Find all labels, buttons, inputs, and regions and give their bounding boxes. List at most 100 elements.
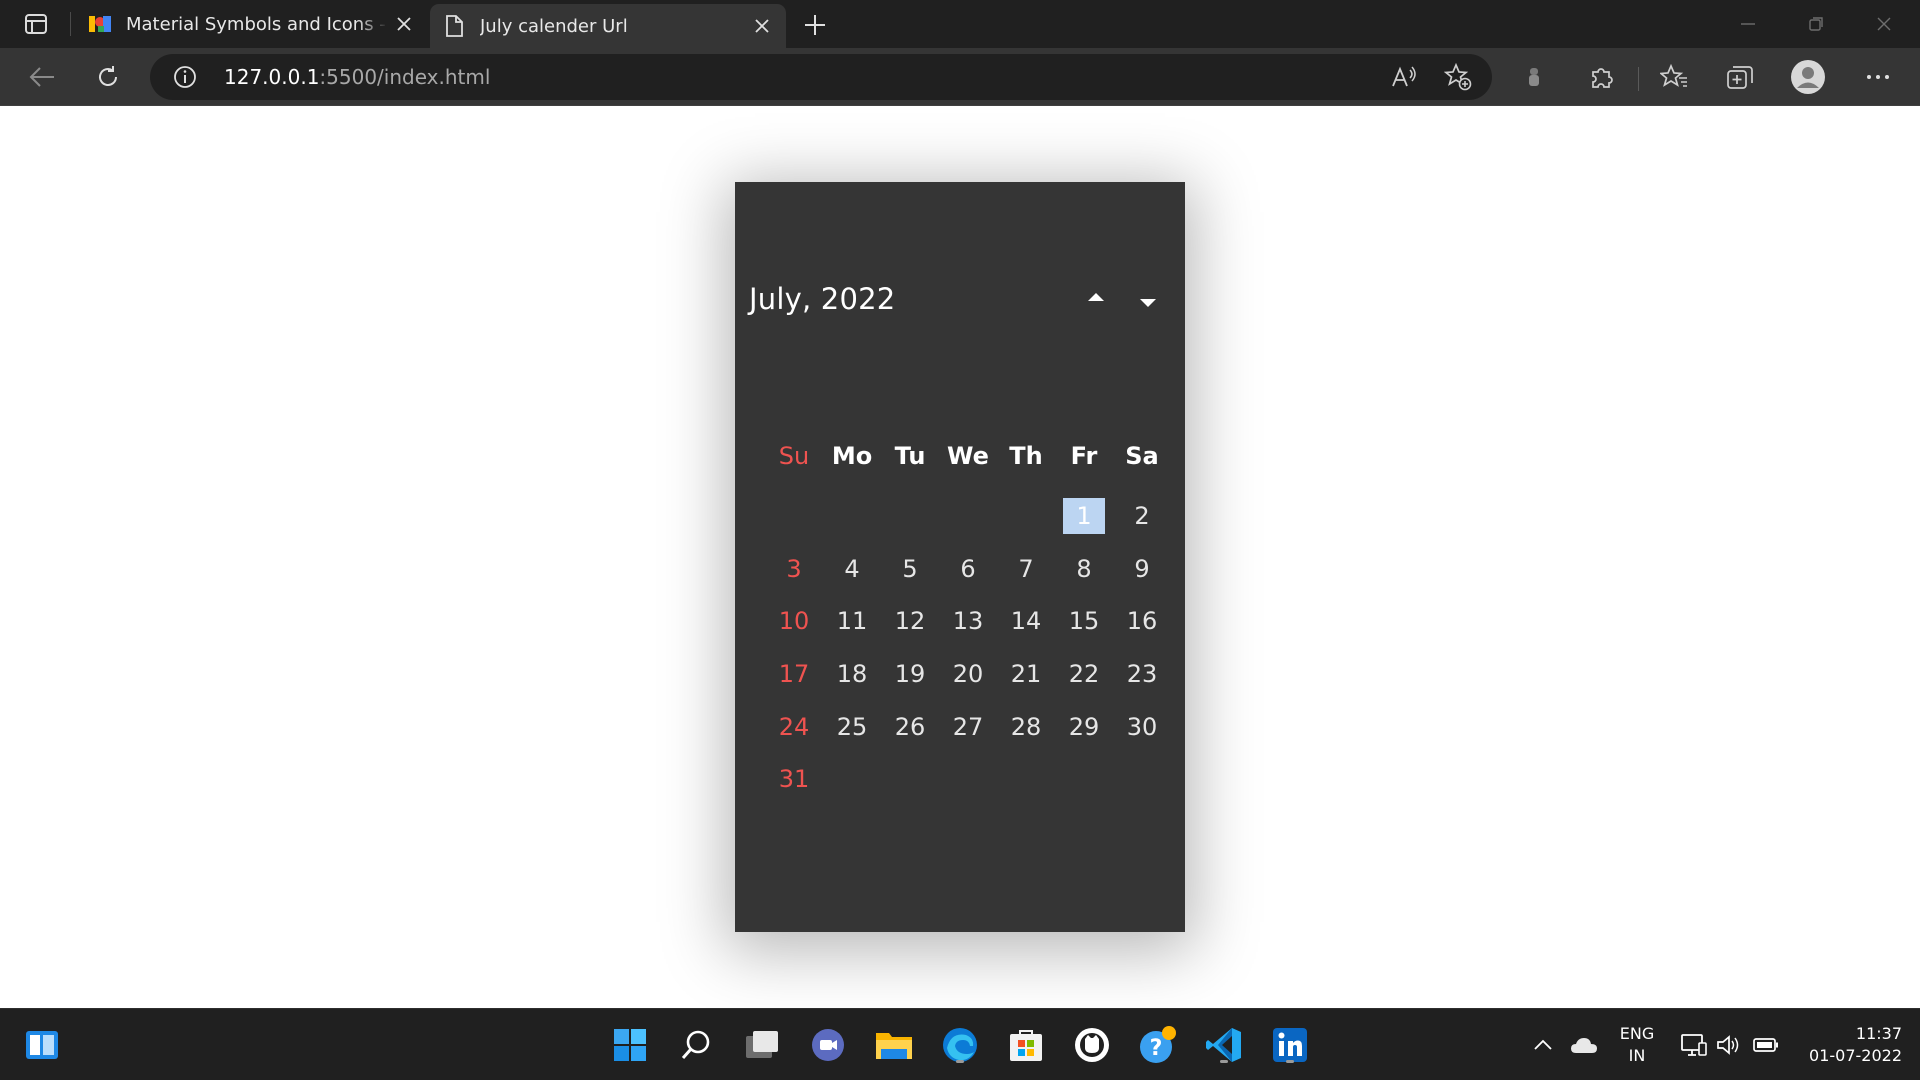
extensions-button[interactable] bbox=[1584, 59, 1620, 95]
calendar-day[interactable]: 17 bbox=[765, 648, 823, 701]
calendar-day[interactable]: 1 bbox=[1055, 490, 1113, 543]
info-icon[interactable] bbox=[172, 64, 198, 90]
back-button[interactable] bbox=[24, 59, 60, 95]
previous-month-button[interactable] bbox=[1081, 282, 1111, 312]
restore-button[interactable] bbox=[1782, 0, 1850, 48]
tab-actions-icon bbox=[25, 14, 47, 34]
widgets-button[interactable] bbox=[20, 1023, 64, 1067]
weekday-label: Sa bbox=[1125, 442, 1159, 470]
close-tab-button[interactable] bbox=[388, 8, 420, 40]
tab-actions-button[interactable] bbox=[14, 10, 58, 38]
windows-taskbar: ? ENG IN 11:37 01-07-2022 bbox=[0, 1008, 1920, 1080]
empty-day-cell bbox=[997, 753, 1055, 806]
battery-button[interactable] bbox=[1746, 1023, 1786, 1067]
empty-day-cell bbox=[881, 490, 939, 543]
task-view-icon bbox=[746, 1031, 778, 1058]
calendar-day[interactable]: 29 bbox=[1055, 700, 1113, 753]
calendar-day[interactable]: 26 bbox=[881, 700, 939, 753]
browser-toolbar: 127.0.0.1:5500/index.html bbox=[0, 48, 1920, 106]
avatar-icon bbox=[1791, 60, 1825, 94]
tab-title: July calender Url bbox=[480, 15, 628, 37]
calendar-day[interactable]: 22 bbox=[1055, 648, 1113, 701]
calendar-day[interactable]: 7 bbox=[997, 543, 1055, 596]
day-number: 28 bbox=[1010, 712, 1042, 741]
store-button[interactable] bbox=[1004, 1023, 1048, 1067]
favorites-button[interactable] bbox=[1656, 59, 1692, 95]
calendar-day[interactable]: 21 bbox=[997, 648, 1055, 701]
close-tab-button[interactable] bbox=[746, 10, 778, 42]
calendar-day[interactable]: 24 bbox=[765, 700, 823, 753]
close-window-button[interactable] bbox=[1850, 0, 1918, 48]
calendar-day[interactable]: 14 bbox=[997, 595, 1055, 648]
search-icon bbox=[681, 1030, 710, 1059]
calendar-day[interactable]: 9 bbox=[1113, 543, 1171, 596]
back-arrow-icon bbox=[29, 67, 54, 87]
show-hidden-icons-button[interactable] bbox=[1528, 1023, 1558, 1067]
chat-button[interactable] bbox=[806, 1023, 850, 1067]
address-url[interactable]: 127.0.0.1:5500/index.html bbox=[224, 54, 490, 100]
calendar-day[interactable]: 4 bbox=[823, 543, 881, 596]
calendar-day[interactable]: 11 bbox=[823, 595, 881, 648]
calendar-day[interactable]: 13 bbox=[939, 595, 997, 648]
day-number: 27 bbox=[952, 712, 984, 741]
calendar-day[interactable]: 20 bbox=[939, 648, 997, 701]
read-aloud-button[interactable] bbox=[1386, 59, 1422, 95]
file-explorer-button[interactable] bbox=[872, 1023, 916, 1067]
task-view-button[interactable] bbox=[740, 1023, 784, 1067]
calendar-day[interactable]: 3 bbox=[765, 543, 823, 596]
vscode-button[interactable] bbox=[1202, 1023, 1246, 1067]
year-label: 2022 bbox=[820, 282, 896, 316]
calendar-day[interactable]: 30 bbox=[1113, 700, 1171, 753]
minimize-icon bbox=[1741, 23, 1755, 25]
volume-button[interactable] bbox=[1708, 1023, 1748, 1067]
more-icon bbox=[1867, 75, 1889, 79]
day-number: 2 bbox=[1134, 502, 1150, 531]
language-indicator[interactable]: ENG IN bbox=[1612, 1023, 1662, 1067]
restore-icon bbox=[1809, 17, 1823, 31]
clock[interactable]: 11:37 01-07-2022 bbox=[1790, 1023, 1902, 1067]
collections-button[interactable] bbox=[1722, 59, 1758, 95]
next-month-button[interactable] bbox=[1133, 288, 1163, 318]
tab-july-calender[interactable]: July calender Url bbox=[430, 4, 786, 48]
calendar-day[interactable]: 16 bbox=[1113, 595, 1171, 648]
calendar-day[interactable]: 6 bbox=[939, 543, 997, 596]
calendar-day[interactable]: 12 bbox=[881, 595, 939, 648]
empty-day-cell bbox=[997, 490, 1055, 543]
calendar-day[interactable]: 27 bbox=[939, 700, 997, 753]
start-button[interactable] bbox=[608, 1023, 652, 1067]
calendar-day[interactable]: 19 bbox=[881, 648, 939, 701]
new-tab-button[interactable] bbox=[798, 8, 832, 42]
url-host: 127.0.0.1 bbox=[224, 65, 320, 89]
calendar-day[interactable]: 10 bbox=[765, 595, 823, 648]
running-indicator bbox=[1220, 1060, 1228, 1063]
calendar-day[interactable]: 28 bbox=[997, 700, 1055, 753]
onedrive-button[interactable] bbox=[1564, 1023, 1604, 1067]
help-icon: ? bbox=[1140, 1026, 1176, 1063]
calendar-day[interactable]: 8 bbox=[1055, 543, 1113, 596]
refresh-button[interactable] bbox=[90, 59, 126, 95]
calendar-day[interactable]: 23 bbox=[1113, 648, 1171, 701]
tab-material-symbols[interactable]: Material Symbols and Icons - Google Font… bbox=[76, 0, 428, 48]
profile-button[interactable] bbox=[1790, 59, 1826, 95]
search-button[interactable] bbox=[674, 1023, 718, 1067]
calendar-day[interactable]: 2 bbox=[1113, 490, 1171, 543]
day-number: 29 bbox=[1068, 712, 1100, 741]
help-button[interactable]: ? bbox=[1136, 1023, 1180, 1067]
calendar-day[interactable]: 31 bbox=[765, 753, 823, 806]
minimize-button[interactable] bbox=[1714, 0, 1782, 48]
github-button[interactable] bbox=[1070, 1023, 1114, 1067]
day-number: 5 bbox=[902, 554, 918, 583]
address-bar[interactable]: 127.0.0.1:5500/index.html bbox=[150, 54, 1492, 100]
day-number: 16 bbox=[1126, 607, 1158, 636]
linkedin-button[interactable] bbox=[1268, 1023, 1312, 1067]
settings-more-button[interactable] bbox=[1860, 59, 1896, 95]
calendar-day[interactable]: 18 bbox=[823, 648, 881, 701]
add-favorite-button[interactable] bbox=[1440, 59, 1476, 95]
edge-button[interactable] bbox=[938, 1023, 982, 1067]
calendar-day[interactable]: 15 bbox=[1055, 595, 1113, 648]
day-number: 11 bbox=[836, 607, 868, 636]
calendar-day[interactable]: 25 bbox=[823, 700, 881, 753]
store-icon bbox=[1010, 1030, 1042, 1061]
calendar-day[interactable]: 5 bbox=[881, 543, 939, 596]
extension-button[interactable] bbox=[1516, 59, 1552, 95]
